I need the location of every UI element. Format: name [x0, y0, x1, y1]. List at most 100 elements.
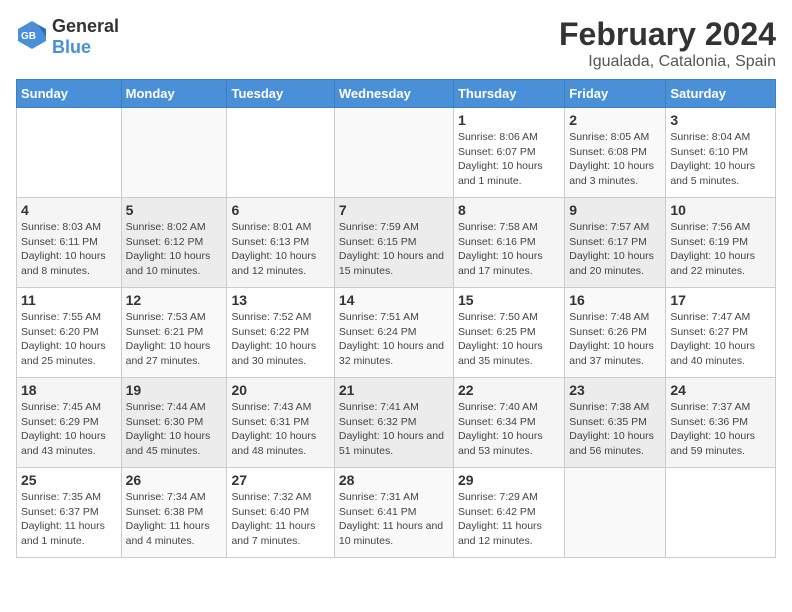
day-number: 9 [569, 202, 661, 218]
header: GB General Blue February 2024 Igualada, … [16, 16, 776, 71]
day-info: Sunrise: 7:31 AM Sunset: 6:41 PM Dayligh… [339, 490, 449, 549]
main-title: February 2024 [559, 16, 776, 53]
calendar-cell: 1Sunrise: 8:06 AM Sunset: 6:07 PM Daylig… [453, 108, 564, 198]
day-number: 1 [458, 112, 560, 128]
weekday-header-monday: Monday [121, 80, 227, 108]
calendar-cell: 15 Sunrise: 7:50 AM Sunset: 6:25 PM Dayli… [453, 288, 564, 378]
logo-text: General Blue [52, 16, 119, 58]
calendar-cell: 17 Sunrise: 7:47 AM Sunset: 6:27 PM Dayli… [666, 288, 776, 378]
calendar-cell [334, 108, 453, 198]
svg-text:GB: GB [21, 31, 36, 42]
day-number: 27 [231, 472, 329, 488]
calendar-cell: 21 Sunrise: 7:41 AM Sunset: 6:32 PM Dayli… [334, 378, 453, 468]
calendar-cell: 22 Sunrise: 7:40 AM Sunset: 6:34 PM Dayli… [453, 378, 564, 468]
day-info: Sunrise: 7:47 AM Sunset: 6:27 PM Dayligh… [670, 310, 771, 369]
week-row-5: 25Sunrise: 7:35 AM Sunset: 6:37 PM Dayli… [17, 468, 776, 558]
day-number: 23 [569, 382, 661, 398]
day-info: Sunrise: 7:52 AM Sunset: 6:22 PM Dayligh… [231, 310, 329, 369]
calendar-cell: 29 Sunrise: 7:29 AM Sunset: 6:42 PM Dayli… [453, 468, 564, 558]
day-info: Sunrise: 7:44 AM Sunset: 6:30 PM Dayligh… [126, 400, 223, 459]
week-row-3: 11 Sunrise: 7:55 AM Sunset: 6:20 PM Dayli… [17, 288, 776, 378]
day-info: Sunrise: 7:40 AM Sunset: 6:34 PM Dayligh… [458, 400, 560, 459]
week-row-4: 18 Sunrise: 7:45 AM Sunset: 6:29 PM Dayli… [17, 378, 776, 468]
calendar-cell: 4 Sunrise: 8:03 AM Sunset: 6:11 PM Daylig… [17, 198, 122, 288]
calendar-cell: 24Sunrise: 7:37 AM Sunset: 6:36 PM Dayli… [666, 378, 776, 468]
calendar-cell: 7 Sunrise: 7:59 AM Sunset: 6:15 PM Daylig… [334, 198, 453, 288]
calendar-cell: 26 Sunrise: 7:34 AM Sunset: 6:38 PM Dayli… [121, 468, 227, 558]
day-info: Sunrise: 7:37 AM Sunset: 6:36 PM Dayligh… [670, 400, 771, 459]
day-info: Sunrise: 7:43 AM Sunset: 6:31 PM Dayligh… [231, 400, 329, 459]
day-number: 19 [126, 382, 223, 398]
calendar-cell: 12 Sunrise: 7:53 AM Sunset: 6:21 PM Dayli… [121, 288, 227, 378]
calendar-cell: 19 Sunrise: 7:44 AM Sunset: 6:30 PM Dayli… [121, 378, 227, 468]
day-number: 26 [126, 472, 223, 488]
calendar-cell: 14 Sunrise: 7:51 AM Sunset: 6:24 PM Dayli… [334, 288, 453, 378]
weekday-header-saturday: Saturday [666, 80, 776, 108]
calendar-cell: 27 Sunrise: 7:32 AM Sunset: 6:40 PM Dayli… [227, 468, 334, 558]
day-number: 5 [126, 202, 223, 218]
day-number: 12 [126, 292, 223, 308]
day-info: Sunrise: 7:48 AM Sunset: 6:26 PM Dayligh… [569, 310, 661, 369]
day-info: Sunrise: 8:05 AM Sunset: 6:08 PM Dayligh… [569, 130, 661, 189]
day-number: 2 [569, 112, 661, 128]
day-number: 11 [21, 292, 117, 308]
day-info: Sunrise: 7:51 AM Sunset: 6:24 PM Dayligh… [339, 310, 449, 369]
day-info: Sunrise: 7:59 AM Sunset: 6:15 PM Dayligh… [339, 220, 449, 279]
weekday-header-wednesday: Wednesday [334, 80, 453, 108]
day-info: Sunrise: 8:03 AM Sunset: 6:11 PM Dayligh… [21, 220, 117, 279]
subtitle: Igualada, Catalonia, Spain [559, 53, 776, 71]
logo-blue: Blue [52, 37, 91, 57]
header-row: SundayMondayTuesdayWednesdayThursdayFrid… [17, 80, 776, 108]
day-info: Sunrise: 7:50 AM Sunset: 6:25 PM Dayligh… [458, 310, 560, 369]
day-info: Sunrise: 8:04 AM Sunset: 6:10 PM Dayligh… [670, 130, 771, 189]
day-number: 8 [458, 202, 560, 218]
day-info: Sunrise: 7:55 AM Sunset: 6:20 PM Dayligh… [21, 310, 117, 369]
logo-icon: GB [16, 19, 48, 56]
day-info: Sunrise: 7:57 AM Sunset: 6:17 PM Dayligh… [569, 220, 661, 279]
day-number: 29 [458, 472, 560, 488]
day-info: Sunrise: 7:45 AM Sunset: 6:29 PM Dayligh… [21, 400, 117, 459]
day-number: 18 [21, 382, 117, 398]
week-row-2: 4 Sunrise: 8:03 AM Sunset: 6:11 PM Daylig… [17, 198, 776, 288]
calendar-cell: 2 Sunrise: 8:05 AM Sunset: 6:08 PM Daylig… [565, 108, 666, 198]
calendar-cell: 13Sunrise: 7:52 AM Sunset: 6:22 PM Dayli… [227, 288, 334, 378]
weekday-header-tuesday: Tuesday [227, 80, 334, 108]
day-info: Sunrise: 7:53 AM Sunset: 6:21 PM Dayligh… [126, 310, 223, 369]
calendar-cell: 18 Sunrise: 7:45 AM Sunset: 6:29 PM Dayli… [17, 378, 122, 468]
day-number: 10 [670, 202, 771, 218]
calendar-cell [227, 108, 334, 198]
day-number: 7 [339, 202, 449, 218]
day-number: 15 [458, 292, 560, 308]
calendar-cell: 3Sunrise: 8:04 AM Sunset: 6:10 PM Daylig… [666, 108, 776, 198]
day-info: Sunrise: 7:35 AM Sunset: 6:37 PM Dayligh… [21, 490, 117, 549]
calendar-cell: 5Sunrise: 8:02 AM Sunset: 6:12 PM Daylig… [121, 198, 227, 288]
day-info: Sunrise: 7:34 AM Sunset: 6:38 PM Dayligh… [126, 490, 223, 549]
day-number: 21 [339, 382, 449, 398]
weekday-header-thursday: Thursday [453, 80, 564, 108]
week-row-1: 1Sunrise: 8:06 AM Sunset: 6:07 PM Daylig… [17, 108, 776, 198]
day-number: 4 [21, 202, 117, 218]
day-number: 22 [458, 382, 560, 398]
day-info: Sunrise: 7:38 AM Sunset: 6:35 PM Dayligh… [569, 400, 661, 459]
day-number: 17 [670, 292, 771, 308]
calendar-cell: 11 Sunrise: 7:55 AM Sunset: 6:20 PM Dayli… [17, 288, 122, 378]
calendar-cell: 9 Sunrise: 7:57 AM Sunset: 6:17 PM Daylig… [565, 198, 666, 288]
day-number: 16 [569, 292, 661, 308]
day-info: Sunrise: 7:56 AM Sunset: 6:19 PM Dayligh… [670, 220, 771, 279]
calendar-cell: 28 Sunrise: 7:31 AM Sunset: 6:41 PM Dayli… [334, 468, 453, 558]
weekday-header-sunday: Sunday [17, 80, 122, 108]
calendar-cell: 25Sunrise: 7:35 AM Sunset: 6:37 PM Dayli… [17, 468, 122, 558]
calendar-cell: 23 Sunrise: 7:38 AM Sunset: 6:35 PM Dayli… [565, 378, 666, 468]
day-number: 28 [339, 472, 449, 488]
calendar-cell: 6Sunrise: 8:01 AM Sunset: 6:13 PM Daylig… [227, 198, 334, 288]
calendar-cell [666, 468, 776, 558]
logo: GB General Blue [16, 16, 119, 58]
day-info: Sunrise: 8:01 AM Sunset: 6:13 PM Dayligh… [231, 220, 329, 279]
day-info: Sunrise: 7:29 AM Sunset: 6:42 PM Dayligh… [458, 490, 560, 549]
day-info: Sunrise: 7:41 AM Sunset: 6:32 PM Dayligh… [339, 400, 449, 459]
day-number: 14 [339, 292, 449, 308]
day-info: Sunrise: 7:32 AM Sunset: 6:40 PM Dayligh… [231, 490, 329, 549]
day-number: 20 [231, 382, 329, 398]
day-info: Sunrise: 7:58 AM Sunset: 6:16 PM Dayligh… [458, 220, 560, 279]
logo-general: General [52, 16, 119, 36]
